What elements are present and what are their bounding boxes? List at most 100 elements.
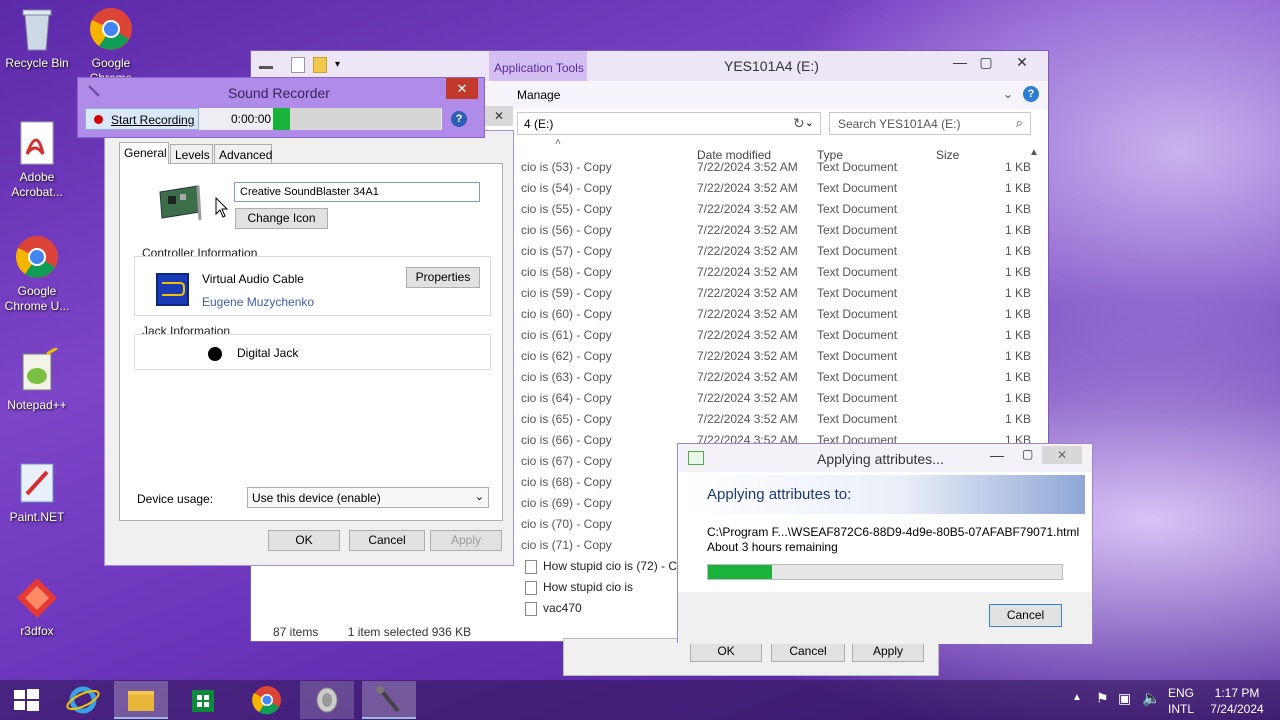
dialog-cancel-button[interactable]: Cancel — [989, 604, 1062, 627]
file-row[interactable]: cio is (58) - Copy 7/22/2024 3:52 AM Text … — [521, 262, 1031, 283]
input-language[interactable]: ENG INTL — [1168, 685, 1194, 717]
file-row[interactable]: cio is (61) - Copy 7/22/2024 3:52 AM Text … — [521, 325, 1031, 346]
device-name-field[interactable]: Creative SoundBlaster 34A1 — [234, 182, 480, 202]
file-row[interactable]: cio is (64) - Copy 7/22/2024 3:52 AM Text … — [521, 388, 1031, 409]
start-recording-button[interactable]: Start Recording — [85, 108, 199, 130]
maximize-button[interactable]: ▢ — [1022, 447, 1033, 461]
keyboard-layout: INTL — [1168, 702, 1195, 716]
file-date: 7/22/2024 3:52 AM — [697, 307, 798, 321]
props-close-button[interactable]: ✕ — [485, 106, 513, 126]
dialog-banner: Applying attributes to: — [684, 475, 1085, 514]
desktop-icon-chrome[interactable]: Google Chrome — [76, 6, 146, 86]
windows-icon — [14, 689, 39, 711]
taskbar-internet-explorer[interactable] — [56, 681, 110, 719]
desktop-icon-recycle-bin[interactable]: Recycle Bin — [2, 6, 72, 71]
virtual-cable-icon — [156, 273, 189, 306]
internet-explorer-icon — [66, 686, 100, 714]
close-button[interactable]: ✕ — [1042, 446, 1082, 464]
clock[interactable]: 1:17 PM 7/24/2024 — [1206, 685, 1268, 717]
taskbar-sound[interactable] — [300, 681, 354, 719]
bg-apply-button[interactable]: Apply — [852, 641, 924, 662]
file-type: Text Document — [817, 244, 898, 258]
applying-attributes-dialog: Applying attributes... — ▢ ✕ Applying at… — [677, 443, 1093, 644]
file-size: 1 KB — [1004, 160, 1031, 174]
device-usage-select[interactable]: Use this device (enable) ⌄ — [247, 487, 489, 508]
file-date: 7/22/2024 3:52 AM — [697, 328, 798, 342]
file-date: 7/22/2024 3:52 AM — [697, 160, 798, 174]
file-name: cio is (58) - Copy — [521, 265, 612, 279]
help-icon[interactable]: ? — [451, 111, 467, 127]
file-row[interactable]: cio is (54) - Copy 7/22/2024 3:52 AM Text … — [521, 178, 1031, 199]
close-button[interactable]: ✕ — [446, 78, 478, 99]
clock-date: 7/24/2024 — [1210, 702, 1264, 716]
desktop-icon-chrome-u[interactable]: Google Chrome U... — [2, 234, 72, 314]
change-icon-button[interactable]: Change Icon — [235, 208, 328, 229]
device-usage-label: Device usage: — [137, 492, 214, 506]
properties-button[interactable]: Properties — [406, 267, 480, 288]
clock-time: 1:17 PM — [1214, 686, 1260, 700]
jack-dot-icon — [208, 347, 222, 361]
taskbar-chrome[interactable] — [240, 681, 294, 719]
elapsed-time: 0:00:00 — [231, 112, 272, 126]
tab-levels[interactable]: Levels — [170, 144, 213, 164]
start-button[interactable] — [0, 681, 54, 719]
action-center-flag-icon[interactable]: ⚑ — [1096, 690, 1109, 707]
file-type: Text Document — [817, 286, 898, 300]
file-row[interactable]: cio is (56) - Copy 7/22/2024 3:52 AM Text … — [521, 220, 1031, 241]
microphone-icon — [87, 84, 101, 98]
file-row[interactable]: cio is (53) - Copy 7/22/2024 3:52 AM Text … — [521, 157, 1031, 178]
desktop-icon-paintnet[interactable]: Paint.NET — [2, 460, 72, 525]
file-row[interactable]: cio is (57) - Copy 7/22/2024 3:52 AM Text … — [521, 241, 1031, 262]
desktop-icon-r3dfox[interactable]: r3dfox — [2, 574, 72, 639]
file-name: cio is (70) - Copy — [521, 517, 612, 531]
taskbar-store[interactable] — [176, 681, 230, 719]
speaker-icon — [316, 687, 338, 713]
controller-vendor: Eugene Muzychenko — [202, 295, 315, 309]
desktop-icon-notepadpp[interactable]: Notepad++ — [2, 346, 72, 413]
tab-advanced[interactable]: Advanced — [214, 144, 272, 164]
file-name: cio is (71) - Copy — [521, 538, 612, 552]
notepadpp-icon — [13, 346, 61, 394]
time-remaining: About 3 hours remaining — [707, 540, 838, 554]
cancel-button[interactable]: Cancel — [349, 530, 425, 551]
bg-ok-button[interactable]: OK — [690, 641, 762, 662]
file-type: Text Document — [817, 181, 898, 195]
level-meter — [273, 108, 441, 130]
file-row[interactable]: cio is (65) - Copy 7/22/2024 3:52 AM Text … — [521, 409, 1031, 430]
file-name: cio is (66) - Copy — [521, 433, 612, 447]
file-name: cio is (55) - Copy — [521, 202, 612, 216]
controller-group: Virtual Audio Cable Eugene Muzychenko Pr… — [134, 256, 491, 316]
acrobat-icon — [13, 120, 61, 166]
paintnet-icon — [13, 460, 61, 506]
file-type: Text Document — [817, 370, 898, 384]
file-name: cio is (53) - Copy — [521, 160, 612, 174]
file-type: Text Document — [817, 160, 898, 174]
file-row[interactable]: cio is (59) - Copy 7/22/2024 3:52 AM Text … — [521, 283, 1031, 304]
file-name: cio is (64) - Copy — [521, 391, 612, 405]
taskbar-sound-recorder[interactable] — [362, 681, 416, 719]
file-name: cio is (67) - Copy — [521, 454, 612, 468]
show-hidden-icons[interactable]: ▲ — [1072, 692, 1082, 703]
file-name: cio is (54) - Copy — [521, 181, 612, 195]
taskbar-file-explorer[interactable] — [114, 681, 168, 719]
apply-button[interactable]: Apply — [430, 530, 502, 551]
file-type: Text Document — [817, 265, 898, 279]
dialog-title: Applying attributes... — [817, 451, 944, 467]
bg-cancel-button[interactable]: Cancel — [771, 641, 845, 662]
file-row[interactable]: cio is (60) - Copy 7/22/2024 3:52 AM Text … — [521, 304, 1031, 325]
file-type: Text Document — [817, 202, 898, 216]
tab-general[interactable]: General — [119, 142, 169, 164]
file-row[interactable]: cio is (55) - Copy 7/22/2024 3:52 AM Text … — [521, 199, 1031, 220]
file-row[interactable]: cio is (62) - Copy 7/22/2024 3:52 AM Text … — [521, 346, 1031, 367]
ok-button[interactable]: OK — [268, 530, 340, 551]
text-file-icon — [525, 581, 537, 595]
chevron-down-icon: ⌄ — [474, 491, 484, 503]
network-icon[interactable]: ▣ — [1118, 690, 1131, 707]
volume-icon[interactable]: 🔈 — [1142, 689, 1161, 707]
file-date: 7/22/2024 3:52 AM — [697, 181, 798, 195]
minimize-button[interactable]: — — [990, 447, 1004, 463]
desktop-icon-acrobat[interactable]: Adobe Acrobat... — [2, 120, 72, 200]
file-row[interactable]: cio is (63) - Copy 7/22/2024 3:52 AM Text … — [521, 367, 1031, 388]
attributes-icon — [688, 451, 704, 465]
file-name: vac470 — [543, 601, 582, 615]
